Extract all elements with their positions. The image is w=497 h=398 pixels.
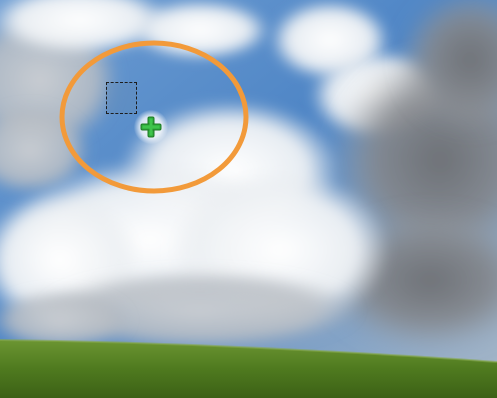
add-selection-plus-icon xyxy=(134,110,168,144)
selection-marquee[interactable] xyxy=(106,82,137,114)
landscape-photo xyxy=(0,0,497,398)
image-canvas[interactable] xyxy=(0,0,497,398)
